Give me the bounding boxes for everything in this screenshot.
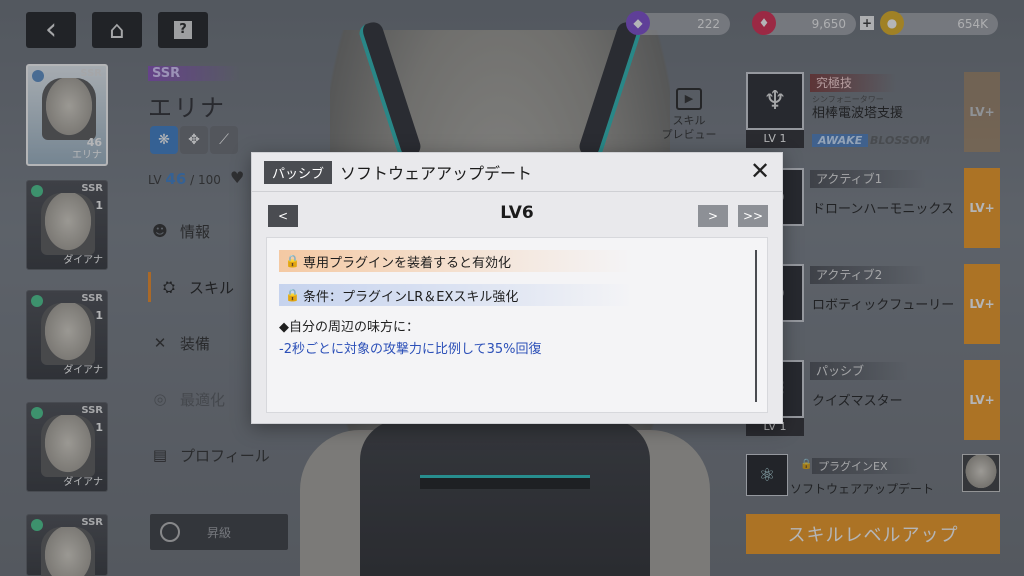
next-level-button[interactable]: > — [698, 205, 728, 227]
lock-icon: 🔒 — [285, 288, 300, 302]
chevron-right-icon: > — [707, 209, 719, 223]
scrollbar[interactable] — [755, 250, 757, 402]
skill-detail-modal: パッシブ ソフトウェアアップデート ✕ < LV6 > >> 🔒 専用プラグイン… — [251, 152, 783, 424]
skill-description-box: 🔒 専用プラグインを装着すると有効化 🔒 条件：プラグインLR＆EXスキル強化 … — [266, 237, 768, 413]
description-effect: -2秒ごとに対象の攻撃力に比例して35%回復 — [279, 342, 542, 357]
condition-text: 専用プラグインを装着すると有効化 — [303, 255, 512, 271]
description-heading: ◆自分の周辺の味方に： — [279, 320, 419, 335]
modal-header: パッシブ ソフトウェアアップデート — [252, 153, 782, 191]
condition-plugin: 🔒 専用プラグインを装着すると有効化 — [279, 250, 633, 272]
double-chevron-right-icon: >> — [742, 209, 764, 223]
lock-icon: 🔒 — [285, 254, 300, 268]
skill-type-tag: パッシブ — [264, 160, 333, 184]
modal-title: ソフトウェアアップデート — [340, 164, 533, 183]
condition-text: 条件：プラグインLR＆EXスキル強化 — [303, 289, 519, 305]
condition-upgrade: 🔒 条件：プラグインLR＆EXスキル強化 — [279, 284, 633, 306]
close-icon[interactable]: ✕ — [748, 159, 772, 184]
modal-divider — [252, 191, 782, 192]
max-level-button[interactable]: >> — [738, 205, 768, 227]
